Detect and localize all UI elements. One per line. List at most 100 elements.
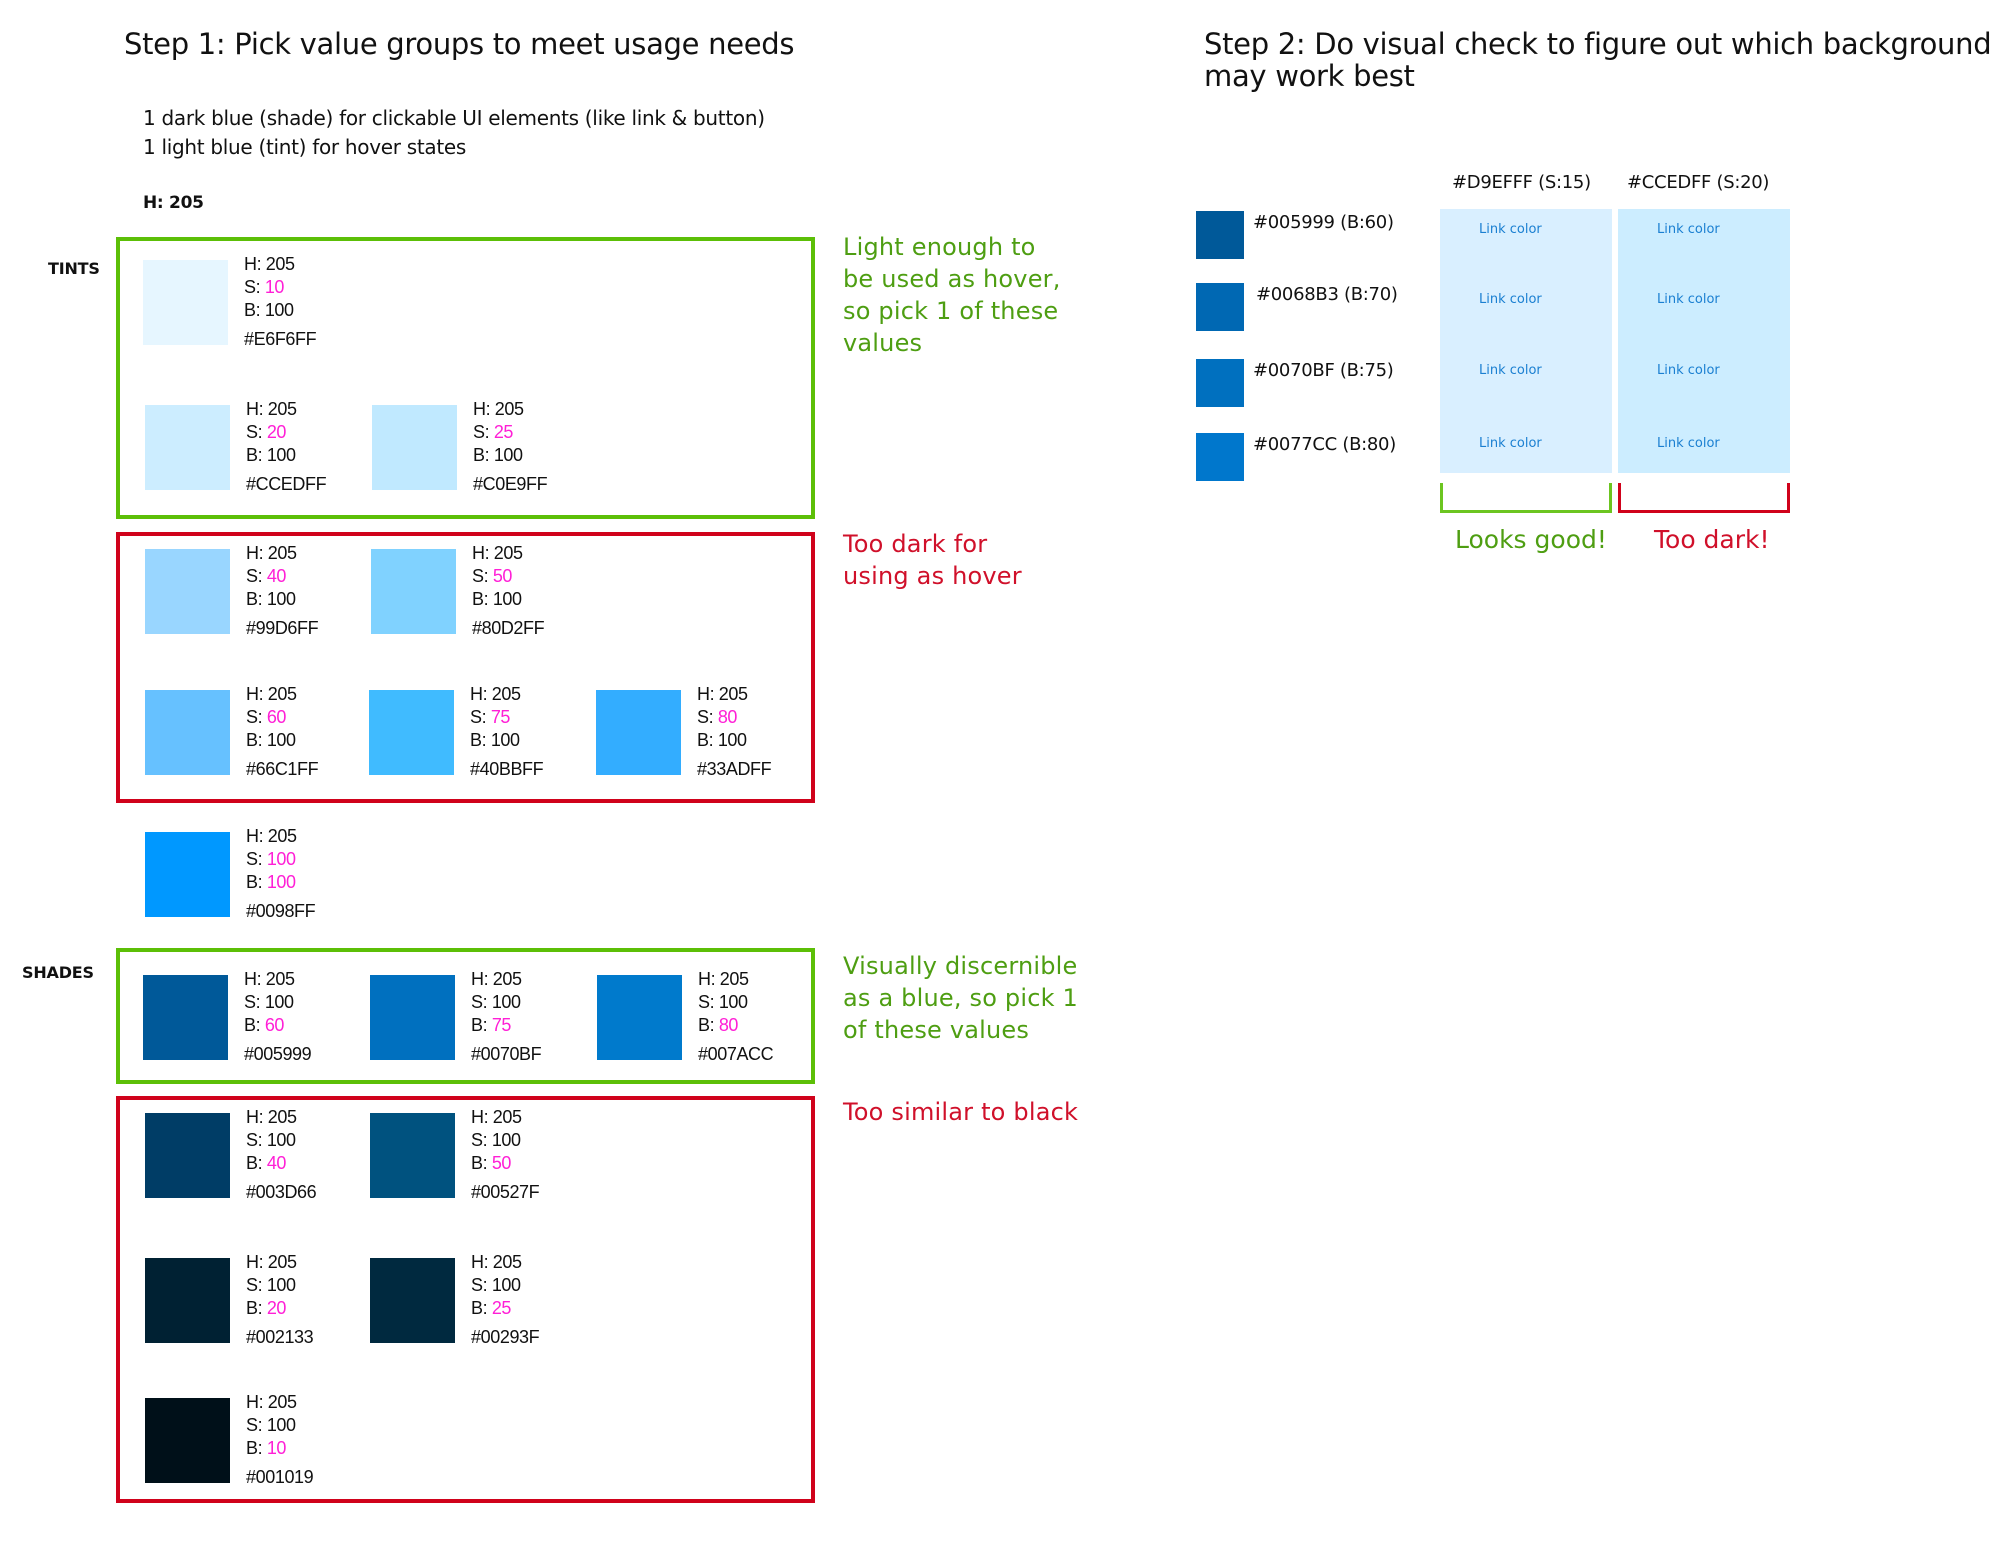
note-line: Too dark for [843, 530, 988, 558]
color-swatch [145, 1258, 230, 1343]
swatch-info: H: 205 S: 20 B: 100 #CCEDFF [246, 398, 327, 496]
color-swatch [145, 1398, 230, 1483]
step1-intro: 1 dark blue (shade) for clickable UI ele… [143, 104, 765, 162]
title-line: may work best [1204, 59, 1415, 93]
hue-value: H: 205 [246, 1392, 297, 1412]
swatch-info: H: 205 S: 100 B: 40 #003D66 [246, 1106, 317, 1204]
brightness-value: B: 100 [470, 730, 520, 750]
note-line: be used as hover, [843, 265, 1061, 293]
brightness-value: B: 100 [244, 300, 294, 320]
swatch-info: H: 205 S: 60 B: 100 #66C1FF [246, 683, 319, 781]
bg-header: #D9EFFF (S:15) [1452, 172, 1591, 193]
foreground-swatch [1196, 283, 1244, 331]
hue-value: H: 205 [471, 1252, 522, 1272]
hue-value: H: 205 [246, 684, 297, 704]
note-line: so pick 1 of these [843, 297, 1059, 325]
brightness-value: B: 100 [246, 730, 296, 750]
hue-value: H: 205 [244, 254, 295, 274]
hue-label: H: 205 [143, 193, 204, 213]
color-swatch [369, 690, 454, 775]
hex-value: #99D6FF [246, 618, 319, 638]
hex-value: #33ADFF [697, 759, 772, 779]
color-swatch [370, 1258, 455, 1343]
hue-value: H: 205 [471, 969, 522, 989]
link-sample[interactable]: Link color [1657, 292, 1720, 307]
brightness-value: B: 10 [246, 1438, 287, 1458]
swatch-info: H: 205 S: 25 B: 100 #C0E9FF [473, 398, 548, 496]
hex-value: #80D2FF [472, 618, 545, 638]
tints-bad-note: Too dark for using as hover [843, 528, 1022, 592]
brightness-value: B: 20 [246, 1298, 287, 1318]
hue-value: H: 205 [472, 543, 523, 563]
swatch-info: H: 205 S: 50 B: 100 #80D2FF [472, 542, 545, 640]
saturation-value: S: 20 [246, 422, 287, 442]
link-sample[interactable]: Link color [1479, 222, 1542, 237]
bracket [1440, 483, 1612, 513]
hue-value: H: 205 [471, 1107, 522, 1127]
hex-value: #00527F [471, 1182, 540, 1202]
swatch-info: H: 205 S: 100 B: 75 #0070BF [471, 968, 542, 1066]
swatch-info: H: 205 S: 100 B: 50 #00527F [471, 1106, 540, 1204]
brightness-value: B: 75 [471, 1015, 512, 1035]
saturation-value: S: 75 [470, 707, 511, 727]
saturation-value: S: 100 [244, 992, 294, 1012]
brightness-value: B: 40 [246, 1153, 287, 1173]
link-sample[interactable]: Link color [1657, 436, 1720, 451]
swatch-info: H: 205 S: 40 B: 100 #99D6FF [246, 542, 319, 640]
note-line: as a blue, so pick 1 [843, 984, 1079, 1012]
swatch-info: H: 205 S: 75 B: 100 #40BBFF [470, 683, 544, 781]
saturation-value: S: 50 [472, 566, 513, 586]
hex-value: #007ACC [698, 1044, 774, 1064]
link-sample[interactable]: Link color [1657, 363, 1720, 378]
hex-value: #E6F6FF [244, 329, 317, 349]
background-panel: Link color Link color Link color Link color [1618, 209, 1790, 473]
swatch-info: H: 205 S: 100 B: 20 #002133 [246, 1251, 314, 1349]
link-sample[interactable]: Link color [1479, 363, 1542, 378]
hex-value: #CCEDFF [246, 474, 327, 494]
color-swatch [145, 1113, 230, 1198]
brightness-value: B: 80 [698, 1015, 739, 1035]
link-sample[interactable]: Link color [1657, 222, 1720, 237]
saturation-value: S: 100 [471, 992, 521, 1012]
link-sample[interactable]: Link color [1479, 436, 1542, 451]
swatch-info: H: 205 S: 100 B: 10 #001019 [246, 1391, 314, 1489]
saturation-value: S: 80 [697, 707, 738, 727]
link-sample[interactable]: Link color [1479, 292, 1542, 307]
foreground-swatch [1196, 359, 1244, 407]
foreground-label: #0077CC (B:80) [1253, 434, 1396, 455]
hue-value: H: 205 [246, 543, 297, 563]
brightness-value: B: 100 [246, 589, 296, 609]
hue-value: H: 205 [698, 969, 749, 989]
brightness-value: B: 100 [697, 730, 747, 750]
hex-value: #66C1FF [246, 759, 319, 779]
bracket [1618, 483, 1790, 513]
color-swatch [143, 260, 228, 345]
hex-value: #40BBFF [470, 759, 544, 779]
verdict-bad: Too dark! [1654, 525, 1770, 554]
hex-value: #001019 [246, 1467, 314, 1487]
brightness-value: B: 60 [244, 1015, 285, 1035]
intro-line: 1 dark blue (shade) for clickable UI ele… [143, 106, 765, 130]
brightness-value: B: 100 [472, 589, 522, 609]
saturation-value: S: 100 [246, 1275, 296, 1295]
brightness-value: B: 100 [246, 872, 296, 892]
swatch-info: H: 205 S: 100 B: 60 #005999 [244, 968, 312, 1066]
color-swatch [145, 549, 230, 634]
shades-bad-note: Too similar to black [843, 1096, 1078, 1128]
saturation-value: S: 100 [471, 1275, 521, 1295]
note-line: of these values [843, 1016, 1030, 1044]
color-swatch [370, 1113, 455, 1198]
color-swatch [145, 405, 230, 490]
hex-value: #003D66 [246, 1182, 317, 1202]
color-swatch [372, 405, 457, 490]
foreground-label: #0068B3 (B:70) [1256, 284, 1398, 305]
hex-value: #0070BF [471, 1044, 542, 1064]
foreground-label: #005999 (B:60) [1253, 212, 1394, 233]
hex-value: #005999 [244, 1044, 312, 1064]
note-line: Visually discernible [843, 952, 1078, 980]
saturation-value: S: 10 [244, 277, 285, 297]
step1-title: Step 1: Pick value groups to meet usage … [124, 27, 795, 61]
note-line: Too similar to black [843, 1098, 1079, 1126]
hex-value: #0098FF [246, 901, 316, 921]
title-line: Step 2: Do visual check to figure out wh… [1204, 27, 1992, 61]
